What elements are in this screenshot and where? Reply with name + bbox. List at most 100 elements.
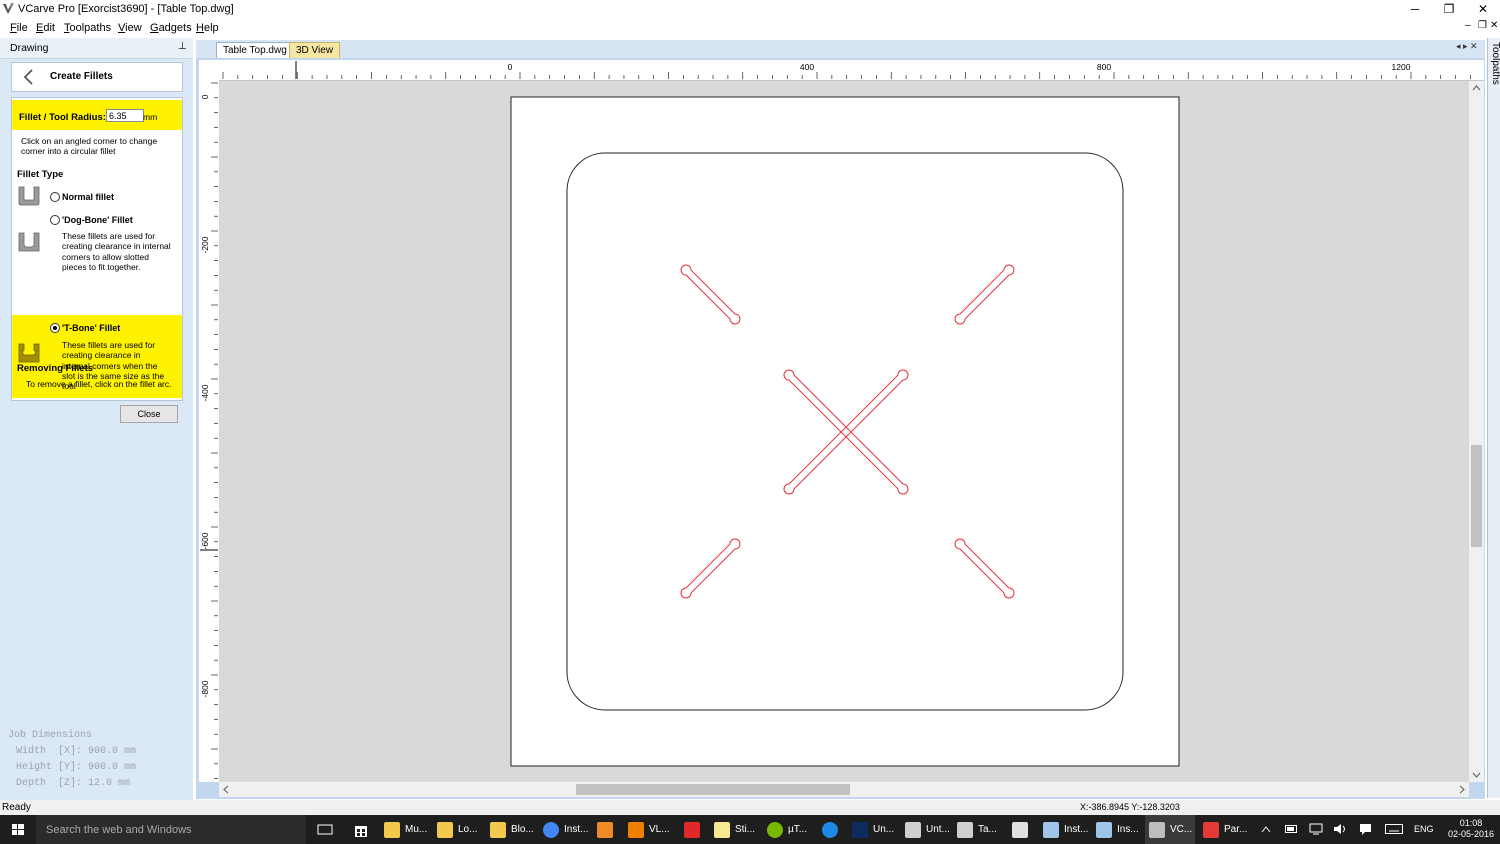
taskbar-item[interactable] [684,815,704,844]
ruler-ticks [211,82,218,779]
mdi-minimize-button[interactable]: ‒ [1465,20,1471,31]
dogbone-fillet-label[interactable]: 'Dog-Bone' Fillet [62,215,133,225]
taskbar-item-label: Ta... [978,824,997,835]
drawing-canvas[interactable] [219,81,1469,782]
tbone-fillet-label[interactable]: 'T-Bone' Fillet [62,323,120,333]
taskbar-item-label: Par... [1224,824,1248,835]
minimize-button[interactable]: ─ [1398,0,1432,18]
taskbar-item[interactable]: Par... [1203,815,1251,844]
scroll-up-icon[interactable] [1472,84,1481,91]
scroll-left-icon[interactable] [222,785,229,794]
mdi-restore-button[interactable]: ❐ [1478,20,1487,31]
taskbar-item[interactable]: Inst... [543,815,591,844]
folder-icon [437,822,453,838]
panel-header: Drawing ⊥ [0,38,193,59]
close-button[interactable]: Close [120,405,178,423]
task-view-icon[interactable] [317,823,333,836]
restore-button[interactable]: ❐ [1432,0,1466,18]
status-text: Ready [2,802,31,813]
menu-bar: File Edit Toolpaths View Gadgets Help [0,19,1500,37]
taskbar-item[interactable]: Sti... [714,815,762,844]
search-placeholder[interactable]: Search the web and Windows [46,824,192,836]
menu-file[interactable]: File [10,22,28,34]
tray-chevron-icon[interactable] [1261,825,1271,833]
language-indicator[interactable]: ENG [1414,824,1434,834]
menu-edit[interactable]: Edit [36,22,55,34]
radius-unit: mm [143,112,158,122]
pin-icon[interactable]: ⊥ [178,41,187,52]
taskbar-item-label: Ins... [1117,824,1139,835]
taskbar-item[interactable] [822,815,842,844]
taskbar-item-label: Un... [873,824,895,835]
dogbone-fillet-icon [18,232,40,252]
taskbar-item[interactable] [597,815,617,844]
instructions: Click on an angled corner to change corn… [21,136,157,157]
ruler-ticks [222,72,1471,79]
horizontal-ruler: 0 400 800 1200 [219,60,1484,81]
window-title: VCarve Pro [Exorcist3690] - [Table Top.d… [18,3,234,15]
taskbar-item[interactable]: Ta... [957,815,1005,844]
close-window-button[interactable]: ✕ [1466,0,1500,18]
toolpaths-tab-label[interactable]: Toolpaths [1490,42,1500,85]
ruler-label: -400 [200,384,210,401]
clock[interactable]: 01:08 02-05-2016 [1448,818,1494,840]
horizontal-scrollbar[interactable] [219,782,1469,797]
calculator-icon [1012,822,1028,838]
network-icon[interactable] [1309,823,1323,835]
taskbar-search[interactable]: Search the web and Windows [36,815,306,844]
tab-navigation[interactable]: ◂ ▸ ✕ [1456,41,1478,52]
job-height: Height [Y]: 900.0 mm [16,762,137,773]
clock-time: 01:08 [1459,818,1483,828]
windows-start-icon[interactable] [0,815,36,844]
tab-table-top[interactable]: Table Top.dwg [216,42,294,59]
photoshop-icon [852,822,868,838]
taskbar-item[interactable]: Blo... [490,815,538,844]
horizontal-scroll-thumb[interactable] [576,784,850,795]
taskbar-item-label: µT... [788,824,808,835]
menu-gadgets[interactable]: Gadgets [150,22,192,34]
dogbone-fillet-radio[interactable] [50,215,60,225]
title-bar: VCarve Pro [Exorcist3690] - [Table Top.d… [0,0,1500,18]
tbone-fillet-icon [18,343,40,363]
vcarve-app-icon[interactable] [2,2,15,15]
taskbar-item-label: Unt... [926,824,950,835]
cursor-coordinates: X:-386.8945 Y:-128.3203 [1080,802,1180,812]
taskbar-item-label: VC... [1170,824,1193,835]
vertical-scrollbar[interactable] [1469,81,1484,782]
normal-fillet-radio[interactable] [50,192,60,202]
taskbar-item[interactable]: VC... [1145,815,1195,844]
battery-icon[interactable] [1285,824,1299,834]
ruler-label: 800 [1097,62,1111,72]
taskbar-item[interactable]: Mu... [384,815,432,844]
folder-icon [490,822,506,838]
notifications-icon[interactable] [1359,823,1372,835]
normal-fillet-label[interactable]: Normal fillet [62,192,114,202]
tab-3d-view[interactable]: 3D View [289,42,341,59]
menu-toolpaths[interactable]: Toolpaths [64,22,111,34]
menu-help[interactable]: Help [196,22,219,34]
store-icon[interactable] [353,822,369,838]
scroll-down-icon[interactable] [1472,772,1481,779]
ruler-label: 0 [200,94,210,99]
taskbar-item[interactable]: Lo... [437,815,485,844]
taskbar-item[interactable]: Ins... [1096,815,1144,844]
vertical-scroll-thumb[interactable] [1471,445,1482,547]
taskbar-item[interactable]: VL... [628,815,676,844]
radius-input[interactable] [106,109,144,122]
volume-icon[interactable] [1333,823,1347,835]
keyboard-icon[interactable] [1385,824,1403,834]
taskbar-item[interactable] [1012,815,1032,844]
paint-icon [1203,822,1219,838]
scroll-right-icon[interactable] [1459,785,1466,794]
taskbar-item[interactable]: Un... [852,815,900,844]
taskbar-item[interactable]: Unt... [905,815,953,844]
menu-view[interactable]: View [118,22,142,34]
taskbar-item[interactable]: Inst... [1043,815,1091,844]
radius-label: Fillet / Tool Radius: [19,112,106,123]
taskbar-item-label: Mu... [405,824,428,835]
mdi-close-button[interactable]: ✕ [1490,20,1498,31]
taskbar-item[interactable]: µT... [767,815,815,844]
tbone-fillet-radio[interactable] [50,323,60,333]
toolpaths-side-tab[interactable]: Toolpaths [1487,38,1500,798]
back-arrow-icon[interactable] [22,69,34,85]
